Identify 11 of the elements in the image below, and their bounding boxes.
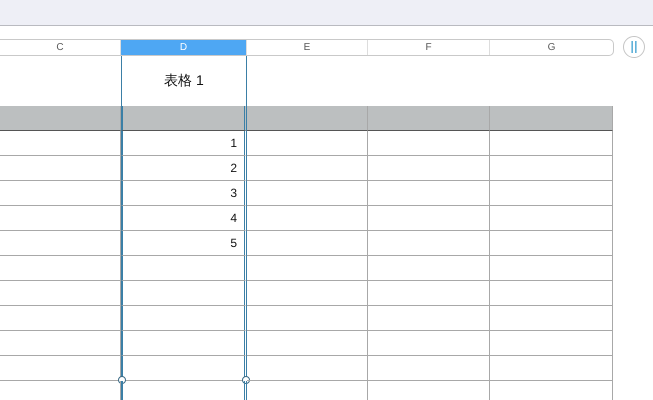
table-cell: 1 [121,131,247,156]
table-title: 表格 1 [164,72,204,90]
table-cell: 4 [121,206,247,231]
table-cell: 3 [121,181,247,206]
column-header[interactable]: E [247,40,368,54]
table-cell: 2 [121,156,247,181]
column-header[interactable]: F [368,40,490,54]
column-header[interactable]: G [490,40,613,54]
freeze-button[interactable] [623,36,645,58]
table-cell: 5 [121,231,247,256]
bars-icon [630,41,638,53]
